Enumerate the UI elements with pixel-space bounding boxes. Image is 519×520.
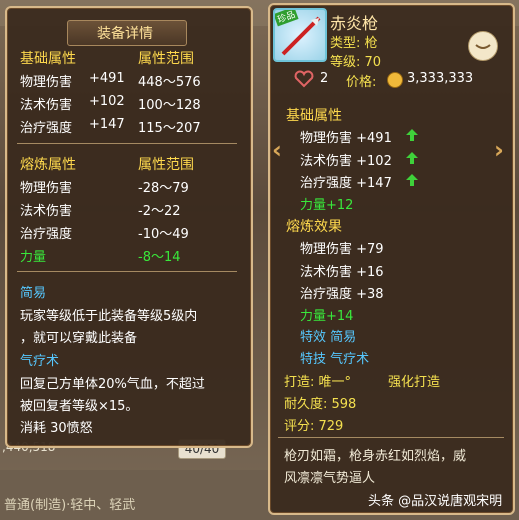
panel-title: 装备详情 [97,26,153,42]
refine-attr-header: 熔炼属性 [20,157,76,173]
skill-consume: 消耗 30愤怒 [20,421,93,436]
base-attr-line: 治疗强度 +147 [300,176,392,191]
special-effect-desc: ，就可以穿戴此装备 [20,331,138,346]
refine-row-name: 力量 [20,250,47,265]
base-row-value: +102 [89,94,125,109]
divider [17,271,237,272]
forge-label: 打造: 唯一° [284,375,352,390]
refine-effect-line: 物理伤害 +79 [300,242,384,257]
item-name: 赤炎枪 [330,14,379,33]
watermark-text: 头条 @品汉说唐观宋明 [368,494,503,509]
refine-row-name: 法术伤害 [20,204,73,219]
heart-icon[interactable] [294,70,314,88]
price-value: 3,333,333 [407,71,474,86]
special-effect: 特效 简易 [300,330,357,345]
base-attr-line: 法术伤害 +102 [300,154,392,169]
refine-row-range: -8～14 [138,250,181,265]
base-row-range: 115～207 [138,121,201,136]
flavor-text: 风凛凛气势逼人 [284,471,376,486]
base-row-value: +491 [89,71,125,86]
refine-row-range: -10～49 [138,227,189,242]
base-row-name: 法术伤害 [20,98,73,113]
forge-button[interactable]: 强化打造 [388,371,440,390]
refine-row-range: -2～22 [138,204,181,219]
refine-row-range: -28～79 [138,181,189,196]
special-skill-desc: 回复己方单体20%气血，不超过 [20,377,205,392]
item-level: 等级: 70 [330,55,382,70]
base-attr-extra: 力量+12 [300,198,354,213]
base-attr-header: 基础属性 [20,51,76,67]
equipment-details-panel: 装备详情 基础属性 属性范围 物理伤害 +491 448～576 法术伤害 +1… [5,6,253,448]
refine-effect-line: 法术伤害 +16 [300,265,384,280]
base-attr-header: 基础属性 [286,108,342,124]
coin-icon [387,72,403,88]
base-row-range: 448～576 [138,75,201,90]
range-header: 属性范围 [138,51,194,67]
base-attr-line: 物理伤害 +491 [300,131,392,146]
arrow-up-icon [406,152,418,164]
refine-effect-line: 治疗强度 +38 [300,287,384,302]
refine-row-name: 治疗强度 [20,227,73,242]
like-count: 2 [320,71,329,86]
refine-range-header: 属性范围 [138,157,194,173]
arrow-up-icon [406,129,418,141]
prev-arrow-button[interactable]: ‹ [272,136,282,164]
next-arrow-button[interactable]: › [494,136,504,164]
base-row-value: +147 [89,117,125,132]
base-row-name: 治疗强度 [20,121,73,136]
price-label: 价格: [346,75,377,90]
special-skill-desc: 被回复者等级×15。 [20,399,139,414]
base-row-range: 100～128 [138,98,201,113]
base-row-name: 物理伤害 [20,75,73,90]
flavor-text: 枪刃如霜，枪身赤红如烈焰，威 [284,449,467,464]
eye-closed-icon [475,44,491,49]
item-tooltip-panel: 珍品 赤炎枪 类型: 枪 等级: 70 2 价格: 3,333,333 基础属性… [268,3,515,515]
item-icon[interactable]: 珍品 [273,8,327,62]
refine-effect-header: 熔炼效果 [286,219,342,235]
item-type: 类型: 枪 [330,36,378,51]
special-effect-title: 简易 [20,286,47,301]
special-skill: 特技 气疗术 [300,352,370,367]
special-skill-title: 气疗术 [20,354,60,369]
refine-row-name: 物理伤害 [20,181,73,196]
special-effect-desc: 玩家等级低于此装备等级5级内 [20,309,198,324]
durability: 耐久度: 598 [284,397,357,412]
background-text: 普通(制造)·轻中、轻武 [4,498,136,513]
refine-effect-extra: 力量+14 [300,309,354,324]
eye-toggle-button[interactable] [468,31,498,61]
score: 评分: 729 [284,419,344,434]
divider [278,437,504,438]
divider [17,143,237,144]
arrow-up-icon [406,174,418,186]
